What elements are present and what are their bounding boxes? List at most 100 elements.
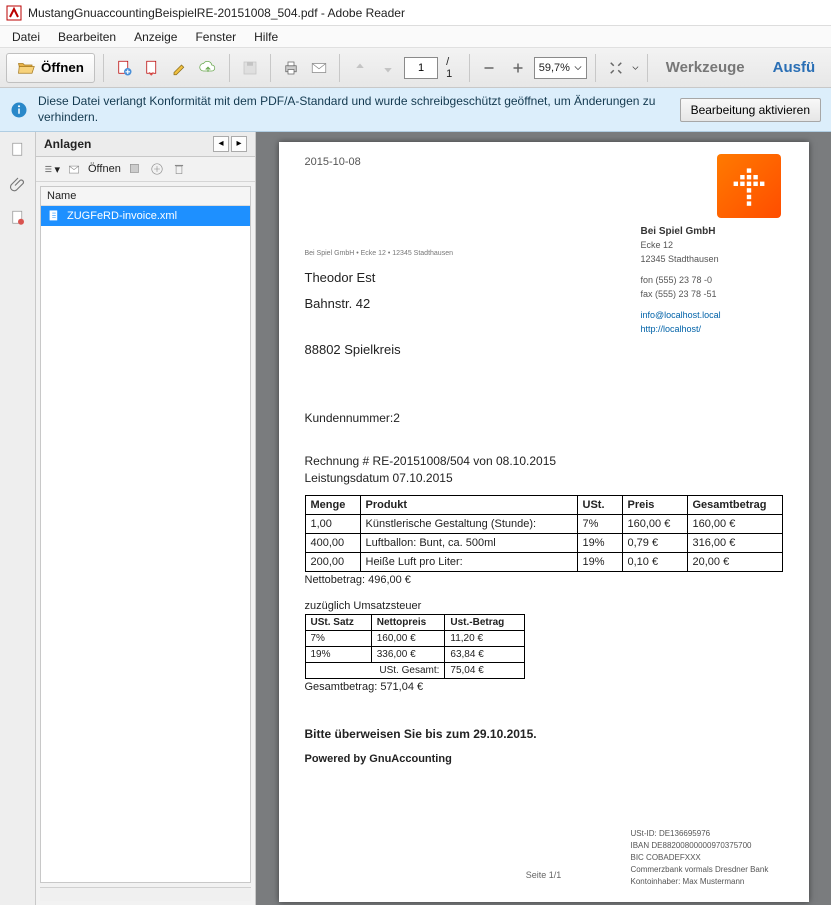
attachments-header: Anlagen ◂ ▸ [36, 132, 255, 157]
attachments-panel: Anlagen ◂ ▸ ▾ Öffnen Name ZUGFeRD-invoic… [36, 132, 256, 905]
th-amt: Ust.-Betrag [445, 614, 524, 630]
th-rate: USt. Satz [305, 614, 371, 630]
arrow-down-icon [379, 59, 397, 77]
envelope-icon [310, 59, 328, 77]
cloud-upload-icon [199, 59, 217, 77]
panel-prev-button[interactable]: ◂ [213, 136, 229, 152]
zoom-in-button[interactable] [506, 54, 530, 82]
customer-number: Kundennummer:2 [305, 411, 783, 425]
recipient-city: 88802 Spielkreis [305, 337, 783, 363]
tax-label: zuzüglich Umsatzsteuer [305, 600, 783, 612]
menu-file[interactable]: Datei [4, 28, 48, 46]
page-ribbon-icon [9, 209, 27, 227]
invoice-meta: Rechnung # RE-20151008/504 von 08.10.201… [305, 453, 783, 487]
tax-total-label: USt. Gesamt: [305, 662, 445, 678]
page-prev-button[interactable] [348, 54, 372, 82]
options-icon[interactable]: ▾ [44, 161, 60, 177]
powered-by: Powered by GnuAccounting [305, 753, 783, 765]
delete-attachment-icon[interactable] [171, 161, 187, 177]
upload-button[interactable] [196, 54, 220, 82]
floppy-icon [241, 59, 259, 77]
convert-button[interactable] [140, 54, 164, 82]
table-row: 200,00 Heiße Luft pro Liter: 19% 0,10 € … [305, 552, 782, 571]
fit-button[interactable] [604, 54, 628, 82]
add-attachment-icon[interactable] [149, 161, 165, 177]
page-input[interactable] [404, 57, 438, 79]
info-icon [10, 101, 28, 119]
email-button[interactable] [307, 54, 331, 82]
grand-total: Gesamtbetrag: 571,04 € [305, 681, 783, 693]
open-button[interactable]: Öffnen [6, 53, 95, 83]
zoom-select[interactable]: 59,7% [534, 57, 587, 79]
attachments-hscroll[interactable] [40, 887, 251, 901]
arrow-up-icon [351, 59, 369, 77]
plus-icon [509, 59, 527, 77]
create-pdf-button[interactable] [112, 54, 136, 82]
pdf-page: 2015-10-08 Bei Spiel GmbH Ecke 12 12345 … [279, 142, 809, 902]
bic: BIC COBADEFXXX [631, 852, 781, 864]
page-icon [9, 141, 27, 159]
minus-icon [480, 59, 498, 77]
page-count: / 1 [442, 56, 460, 80]
print-button[interactable] [278, 54, 302, 82]
tools-pane[interactable]: Werkzeuge [656, 53, 755, 82]
service-date: Leistungsdatum 07.10.2015 [305, 470, 783, 487]
titlebar: MustangGnuaccountingBeispielRE-20151008_… [0, 0, 831, 26]
sign-pane[interactable]: Ausfü [763, 53, 826, 82]
thumbnails-tab[interactable] [6, 138, 30, 162]
menu-help[interactable]: Hilfe [246, 28, 286, 46]
open-label: Öffnen [41, 60, 84, 75]
enable-editing-button[interactable]: Bearbeitung aktivieren [680, 98, 821, 122]
chevron-down-icon [574, 64, 582, 72]
attachments-title: Anlagen [44, 137, 91, 151]
company-fon: fon (555) 23 78 -0 [641, 274, 781, 288]
open-attachment-icon[interactable] [66, 161, 82, 177]
app-icon [6, 5, 22, 21]
menubar: Datei Bearbeiten Anzeige Fenster Hilfe [0, 26, 831, 48]
company-name: Bei Spiel GmbH [641, 224, 781, 239]
page-next-button[interactable] [376, 54, 400, 82]
signatures-tab[interactable] [6, 206, 30, 230]
th-qty: Menge [305, 495, 360, 514]
save-button[interactable] [237, 54, 261, 82]
table-row: 7% 160,00 € 11,20 € [305, 630, 524, 646]
chevron-down-icon [632, 64, 639, 72]
info-text: Diese Datei verlangt Konformität mit dem… [38, 94, 670, 125]
menu-edit[interactable]: Bearbeiten [50, 28, 124, 46]
folder-open-icon [17, 59, 35, 77]
main-area: Anlagen ◂ ▸ ▾ Öffnen Name ZUGFeRD-invoic… [0, 132, 831, 905]
zoom-value: 59,7% [539, 62, 570, 74]
panel-next-button[interactable]: ▸ [231, 136, 247, 152]
doc-date: 2015-10-08 [305, 156, 783, 168]
window-title: MustangGnuaccountingBeispielRE-20151008_… [28, 6, 405, 20]
table-row: 1,00 Künstlerische Gestaltung (Stunde): … [305, 514, 782, 533]
attachment-row[interactable]: ZUGFeRD-invoice.xml [41, 206, 250, 226]
th-price: Preis [622, 495, 687, 514]
iban: IBAN DE88200800000970375700 [631, 840, 781, 852]
ustid: USt-ID: DE136695976 [631, 828, 781, 840]
pdf-icon [115, 59, 133, 77]
sign-button[interactable] [168, 54, 192, 82]
th-total: Gesamtbetrag [687, 495, 782, 514]
open-attachment-label[interactable]: Öffnen [88, 163, 121, 175]
tax-total: 75,04 € [445, 662, 524, 678]
toolbar: Öffnen / 1 59,7% Werkzeuge Ausfü [0, 48, 831, 88]
attachments-tab[interactable] [6, 172, 30, 196]
zoom-out-button[interactable] [477, 54, 501, 82]
company-fax: fax (555) 23 78 -51 [641, 288, 781, 302]
save-attachment-icon[interactable] [127, 161, 143, 177]
convert-icon [143, 59, 161, 77]
file-icon [47, 209, 61, 223]
paperclip-icon [9, 175, 27, 193]
menu-view[interactable]: Anzeige [126, 28, 185, 46]
menu-window[interactable]: Fenster [187, 28, 244, 46]
invoice-line: Rechnung # RE-20151008/504 von 08.10.201… [305, 453, 783, 470]
company-logo [717, 154, 781, 218]
company-url: http://localhost/ [641, 323, 781, 337]
tool-panes: Werkzeuge Ausfü [656, 53, 825, 82]
attachment-filename: ZUGFeRD-invoice.xml [67, 210, 177, 222]
th-vat: USt. [577, 495, 622, 514]
attachments-col-name[interactable]: Name [41, 187, 250, 206]
table-row: 400,00 Luftballon: Bunt, ca. 500ml 19% 0… [305, 533, 782, 552]
document-viewport[interactable]: 2015-10-08 Bei Spiel GmbH Ecke 12 12345 … [256, 132, 831, 905]
